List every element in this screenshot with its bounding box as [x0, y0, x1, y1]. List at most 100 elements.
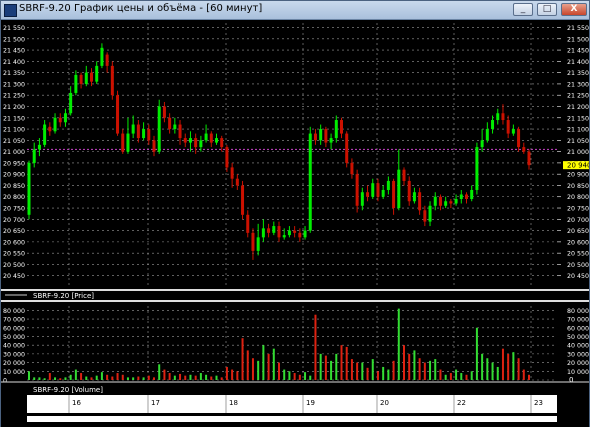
candle-body — [277, 226, 281, 238]
volume-bar — [147, 375, 150, 380]
close-button[interactable]: X — [561, 3, 587, 16]
candle-body — [173, 124, 177, 130]
candle-body — [428, 205, 432, 222]
candle-body — [162, 106, 166, 118]
volume-bar — [111, 376, 114, 380]
volume-tick-right: 30 000 — [567, 351, 589, 358]
volume-bar — [324, 355, 327, 380]
volume-tick-left: 40 000 — [3, 343, 25, 350]
candle-body — [319, 129, 323, 141]
maximize-button[interactable]: □ — [537, 3, 557, 16]
candle-body — [74, 74, 78, 93]
volume-bar — [481, 353, 484, 380]
candle-body — [131, 124, 135, 134]
candle-body — [527, 151, 531, 166]
volume-tick-right: 10 000 — [567, 369, 589, 376]
candle-body — [188, 138, 192, 143]
volume-bar — [309, 375, 312, 380]
candle-body — [371, 183, 375, 197]
price-tick-left: 20 850 — [3, 183, 25, 190]
volume-tick-left: 80 000 — [3, 308, 25, 315]
horizontal-scrollbar[interactable] — [27, 416, 557, 422]
volume-bar — [173, 375, 176, 380]
price-tick-right: 20 800 — [567, 194, 589, 201]
candle-body — [105, 54, 109, 66]
price-tick-left: 21 350 — [3, 70, 25, 77]
candle-body — [444, 201, 448, 206]
volume-bar — [528, 374, 530, 380]
price-tick-right: 20 900 — [567, 172, 589, 179]
volume-tick-left: 0 — [3, 378, 7, 385]
volume-legend: SBRF-9.20 [Volume] — [33, 386, 103, 394]
candle-body — [386, 180, 390, 190]
price-tick-left: 21 000 — [3, 149, 25, 156]
chart-area[interactable]: 21 550 21 500 21 450 21 400 21 350 21 300 21 2… — [1, 20, 589, 427]
volume-bar — [465, 374, 468, 380]
volume-bar — [366, 367, 369, 380]
time-label: 16 — [72, 399, 81, 407]
price-tick-left: 21 400 — [3, 59, 25, 66]
volume-bar — [28, 371, 30, 380]
candle-body — [246, 214, 250, 233]
volume-bar — [246, 350, 249, 380]
volume-bar — [225, 366, 228, 380]
candle-body — [491, 120, 495, 130]
volume-bar — [158, 364, 161, 380]
candle-body — [381, 189, 385, 197]
price-tick-right: 20 750 — [567, 206, 589, 213]
minimize-button[interactable]: _ — [513, 3, 533, 16]
candle-body — [142, 129, 146, 139]
candle-body — [147, 129, 151, 141]
price-legend: SBRF-9.20 [Price] — [33, 292, 94, 300]
volume-bar — [199, 373, 202, 380]
candle-body — [324, 129, 328, 143]
volume-right-bottom-label: 0 — [569, 376, 573, 384]
volume-bar — [356, 362, 359, 380]
time-label: 19 — [306, 399, 315, 407]
candle-body — [79, 74, 83, 84]
volume-right-axis: 80 000 70 00060 000 50 000 40 00030 000 20 0… — [567, 308, 589, 376]
volume-bar — [314, 314, 317, 380]
volume-bar — [444, 374, 447, 380]
price-tick-right: 21 450 — [567, 48, 589, 55]
candle-body — [350, 162, 354, 175]
volume-bar — [418, 358, 421, 380]
candle-body — [496, 113, 500, 121]
volume-bar — [132, 377, 135, 380]
volume-bar — [512, 352, 515, 380]
candle-body — [256, 237, 260, 251]
volume-bar — [392, 360, 395, 380]
volume-bar — [371, 359, 374, 380]
title-bar[interactable]: SBRF-9.20 График цены и объёма - [60 мин… — [1, 1, 589, 20]
price-tick-left: 20 750 — [3, 206, 25, 213]
volume-tick-left: 60 000 — [3, 325, 25, 332]
volume-bar — [449, 373, 452, 380]
volume-bar — [429, 360, 432, 380]
price-tick-left: 21 150 — [3, 115, 25, 122]
candle-body — [293, 230, 297, 233]
volume-bar — [486, 358, 489, 380]
volume-bar — [59, 378, 62, 380]
volume-bar — [491, 362, 494, 380]
candle-body — [366, 192, 370, 197]
price-tick-right: 21 200 — [567, 104, 589, 111]
volume-bar — [137, 376, 140, 380]
candle-body — [230, 167, 234, 179]
volume-bar — [100, 372, 103, 380]
candle-body — [459, 194, 463, 199]
price-tick-right: 21 050 — [567, 138, 589, 145]
volume-tick-left: 30 000 — [3, 351, 25, 358]
price-tick-right: 20 600 — [567, 239, 589, 246]
price-tick-right: 20 550 — [567, 251, 589, 258]
volume-bar — [189, 374, 192, 380]
price-tick-right: 20 850 — [567, 183, 589, 190]
volume-bar — [413, 350, 416, 380]
candle-body — [298, 232, 302, 238]
candle-body — [272, 226, 276, 233]
volume-bar — [33, 377, 36, 380]
volume-tick-right: 60 000 — [567, 325, 589, 332]
candle-body — [454, 199, 458, 204]
candle-body — [345, 133, 349, 163]
candle-body — [251, 232, 255, 251]
volume-bar — [319, 353, 322, 380]
